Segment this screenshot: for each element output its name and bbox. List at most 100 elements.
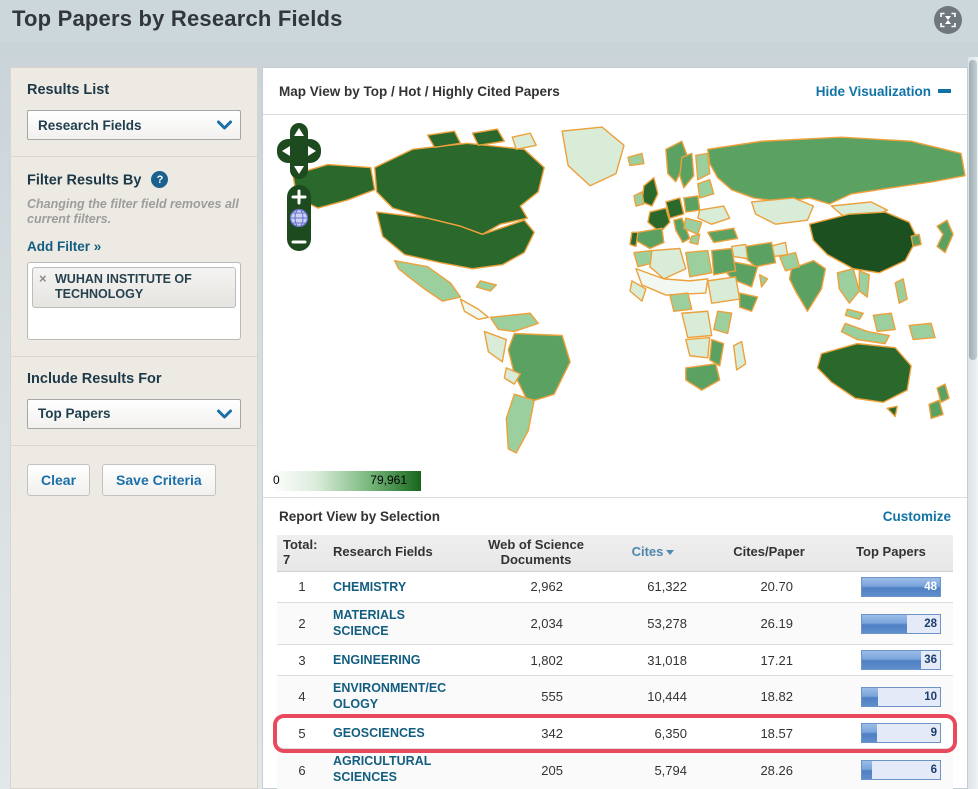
customize-link[interactable]: Customize <box>883 509 951 524</box>
map-region-vietnam[interactable] <box>858 270 870 298</box>
total-count: 7 <box>283 551 291 567</box>
field-link[interactable]: CHEMISTRY <box>333 580 406 596</box>
map-region-greenland[interactable] <box>561 126 625 187</box>
add-filter-link[interactable]: Add Filter » <box>27 239 101 254</box>
map-region-nz_north[interactable] <box>936 383 950 404</box>
map-region-baltics[interactable] <box>697 178 715 199</box>
top-papers-bar[interactable]: 36 <box>861 650 941 671</box>
top-papers-bar[interactable]: 10 <box>861 686 941 707</box>
map-region-nz_south[interactable] <box>928 399 944 420</box>
chevron-down-icon <box>217 120 232 130</box>
results-list-heading: Results List <box>27 82 110 98</box>
map-region-brazil[interactable] <box>507 332 571 404</box>
field-link[interactable]: AGRICULTURAL SCIENCES <box>333 754 453 785</box>
include-results-heading: Include Results For <box>27 370 162 387</box>
map-region-angola[interactable] <box>685 336 711 359</box>
map-region-algeria[interactable] <box>649 247 687 280</box>
column-header-research-fields[interactable]: Research Fields <box>327 545 475 560</box>
map-region-centralam[interactable] <box>459 298 490 321</box>
page-title: Top Papers by Research Fields <box>12 6 343 31</box>
column-header-cites-per-paper[interactable]: Cites/Paper <box>709 545 829 560</box>
map-region-colombia[interactable] <box>489 312 539 333</box>
top-papers-bar[interactable]: 28 <box>861 613 941 634</box>
map-region-cuba[interactable] <box>475 280 498 292</box>
map-region-nigeria[interactable] <box>669 292 693 312</box>
map-region-portugal[interactable] <box>629 231 639 248</box>
map-region-malaysia[interactable] <box>844 308 864 321</box>
map-region-ukraine[interactable] <box>697 205 731 225</box>
hourglass-expand-icon[interactable] <box>934 6 962 34</box>
filter-chip-institution[interactable]: × WUHAN INSTITUTE OF TECHNOLOGY <box>32 266 236 308</box>
total-label: Total: <box>283 537 318 552</box>
map-region-argentina[interactable] <box>505 393 535 454</box>
map-region-mexico[interactable] <box>393 259 462 302</box>
field-link[interactable]: MATERIALS SCIENCE <box>333 608 453 639</box>
table-row-geosciences: 5 GEOSCIENCES 342 6,350 18.57 9 <box>277 718 953 750</box>
zoom-control-icon <box>287 185 311 251</box>
top-header-bar: Top Papers by Research Fields <box>0 0 978 42</box>
top-papers-cell: 10 <box>829 686 953 707</box>
column-header-top-papers[interactable]: Top Papers <box>829 545 953 560</box>
map-region-kenya[interactable] <box>713 310 733 335</box>
choropleth-world-map[interactable] <box>263 119 967 463</box>
map-region-iraq[interactable] <box>730 243 749 260</box>
map-region-sweden[interactable] <box>679 152 695 189</box>
table-body: 1 CHEMISTRY 2,962 61,322 20.70 48 2 MATERIALS S… <box>277 572 953 789</box>
remove-filter-icon[interactable]: × <box>39 271 47 287</box>
map-region-mozambique[interactable] <box>709 338 725 367</box>
map-region-china[interactable] <box>808 211 918 274</box>
map-region-thailand[interactable] <box>836 268 861 304</box>
map-region-libya[interactable] <box>685 249 713 278</box>
hide-visualization-link[interactable]: Hide Visualization <box>816 84 951 99</box>
map-region-peru[interactable] <box>483 330 508 363</box>
map-region-arctic2[interactable] <box>471 128 506 147</box>
map-region-borneo[interactable] <box>872 312 896 333</box>
map-region-arctic3[interactable] <box>511 132 537 151</box>
cites-cell: 6,350 <box>654 725 687 741</box>
include-results-section: Include Results For Top Papers <box>11 357 257 446</box>
map-region-drc[interactable] <box>681 310 713 339</box>
map-region-australia[interactable] <box>816 342 912 404</box>
column-header-cites[interactable]: Cites <box>597 544 709 560</box>
field-link[interactable]: GEOSCIENCES <box>333 726 425 742</box>
map-region-sudanchad[interactable] <box>707 276 741 304</box>
map-region-poland[interactable] <box>683 195 701 213</box>
map-region-iceland[interactable] <box>627 152 645 167</box>
save-criteria-button[interactable]: Save Criteria <box>102 463 216 496</box>
map-region-papua[interactable] <box>908 322 936 341</box>
column-header-total: Total: 7 <box>277 537 327 568</box>
field-link[interactable]: ENGINEERING <box>333 653 421 669</box>
map-region-ireland[interactable] <box>633 191 645 207</box>
top-papers-bar[interactable]: 48 <box>861 576 941 597</box>
help-icon[interactable]: ? <box>151 171 169 188</box>
map-region-turkey[interactable] <box>707 227 739 244</box>
active-filters-box: × WUHAN INSTITUTE OF TECHNOLOGY <box>27 261 241 340</box>
map-region-iran[interactable] <box>742 241 777 268</box>
page-scrollbar-thumb[interactable] <box>969 60 977 360</box>
map-region-madagascar[interactable] <box>732 340 747 371</box>
map-region-japan[interactable] <box>936 219 954 254</box>
map-region-southafrica[interactable] <box>685 363 721 391</box>
map-region-uk[interactable] <box>641 176 659 207</box>
map-region-greece[interactable] <box>689 233 701 246</box>
map-region-finland[interactable] <box>695 152 711 181</box>
map-region-kazakhstan[interactable] <box>750 197 815 225</box>
column-header-documents[interactable]: Web of Science Documents <box>475 537 597 568</box>
top-papers-bar[interactable]: 9 <box>861 723 941 744</box>
map-region-egypt[interactable] <box>711 247 737 276</box>
map-region-oman[interactable] <box>758 274 769 288</box>
top-papers-value: 9 <box>930 727 937 740</box>
map-controls[interactable] <box>277 123 321 255</box>
map-region-spain[interactable] <box>635 227 665 250</box>
include-results-select[interactable]: Top Papers <box>27 398 241 429</box>
page-scrollbar-track[interactable] <box>968 57 978 789</box>
map-region-korea[interactable] <box>910 233 922 248</box>
top-papers-bar[interactable]: 6 <box>861 760 941 780</box>
clear-button[interactable]: Clear <box>27 463 91 496</box>
field-link[interactable]: ENVIRONMENT/ECOLOGY <box>333 681 453 712</box>
map-region-russia[interactable] <box>707 136 966 205</box>
map-region-ethiopia[interactable] <box>738 292 759 312</box>
map-region-tasmania[interactable] <box>886 405 898 418</box>
map-region-philippines[interactable] <box>894 278 908 304</box>
results-list-select[interactable]: Research Fields <box>27 110 241 140</box>
